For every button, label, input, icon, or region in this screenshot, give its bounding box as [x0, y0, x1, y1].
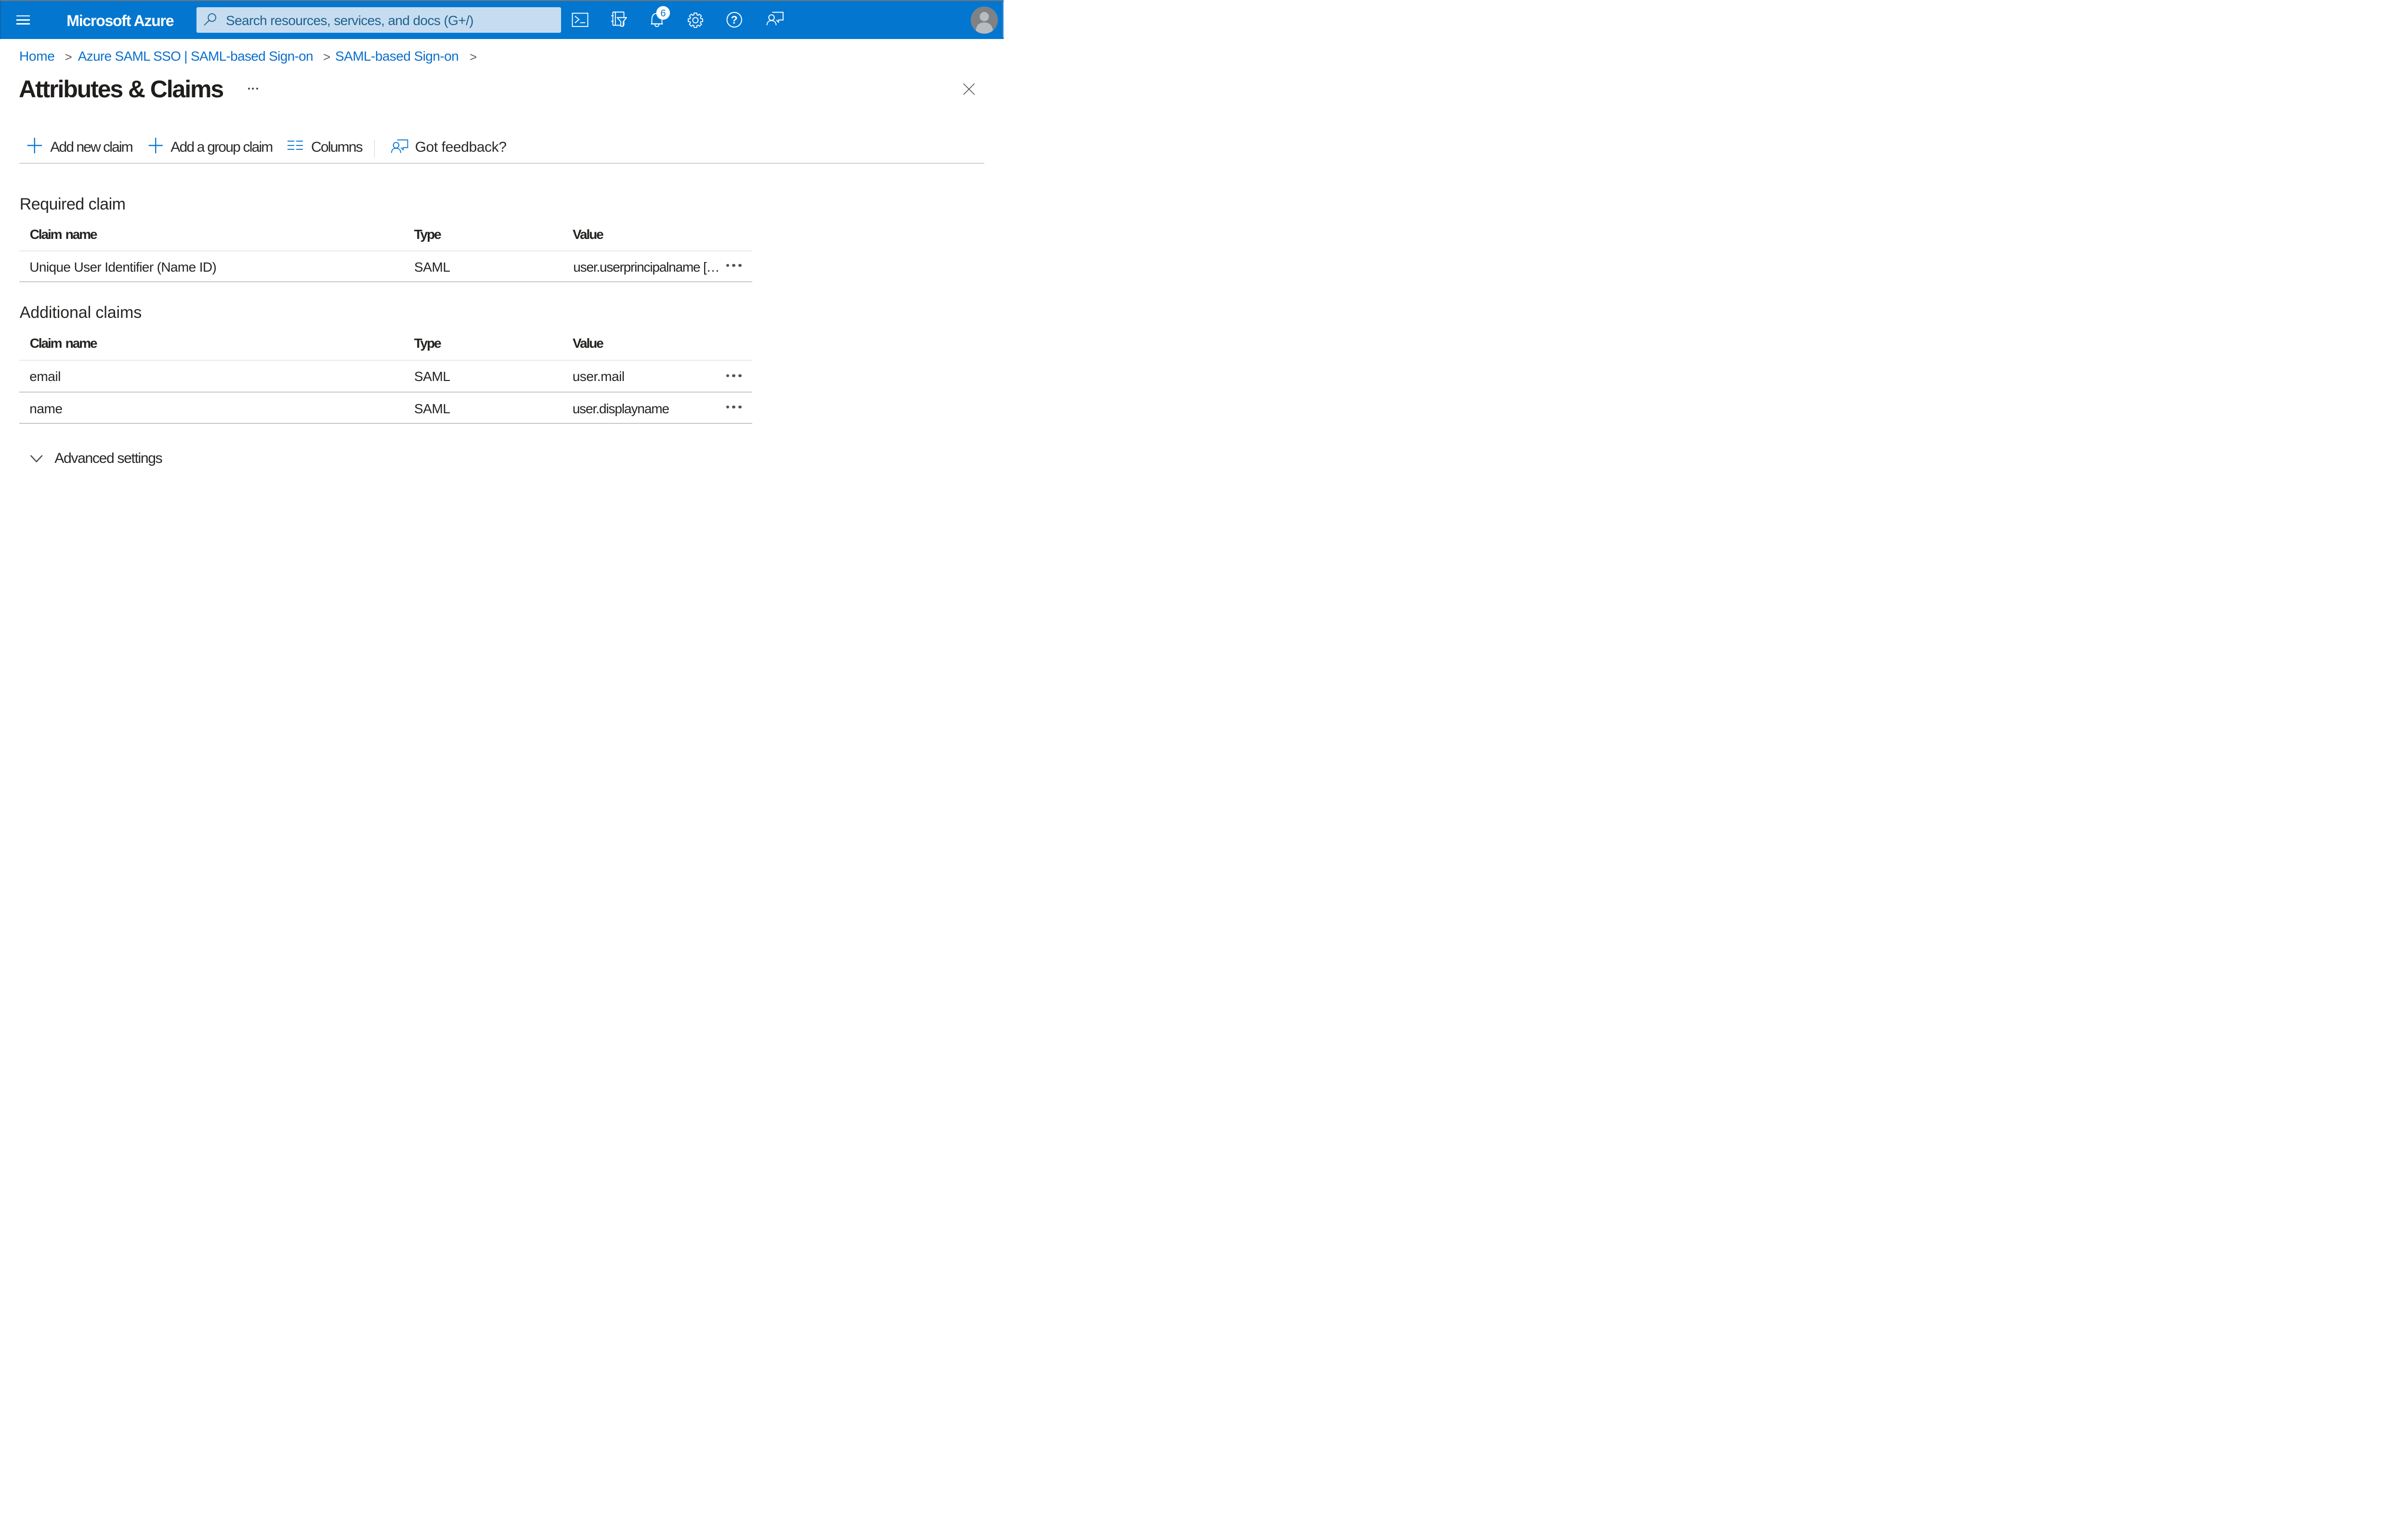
- svg-text:6: 6: [660, 8, 666, 19]
- svg-text:?: ?: [731, 13, 738, 26]
